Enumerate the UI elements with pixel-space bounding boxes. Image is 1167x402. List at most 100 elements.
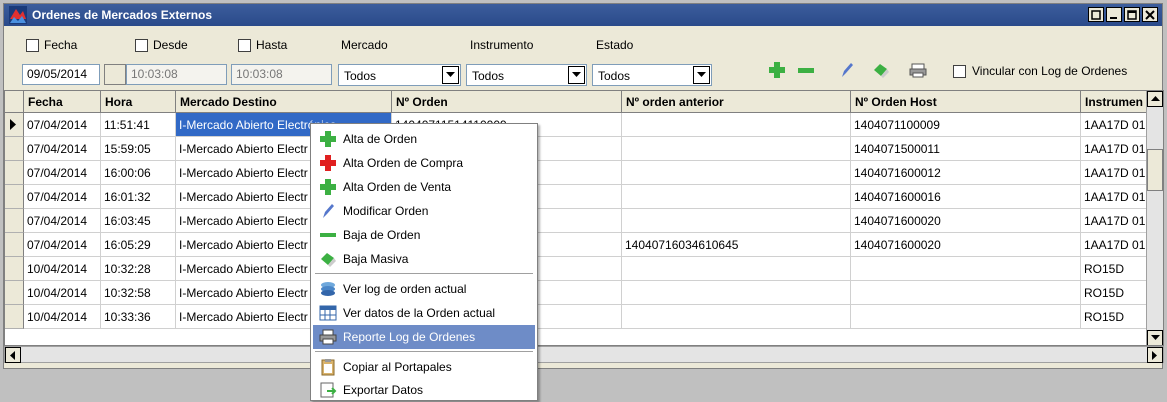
table-cell[interactable]: 10:33:36: [101, 305, 176, 329]
table-cell[interactable]: 14040716034610645: [622, 233, 851, 257]
desde-checkbox-group[interactable]: Desde: [135, 38, 188, 52]
table-cell[interactable]: 16:03:45: [101, 209, 176, 233]
table-cell[interactable]: 1AA17D 01: [1081, 233, 1149, 257]
table-cell[interactable]: RO15D: [1081, 257, 1149, 281]
fecha-field[interactable]: 09/05/2014: [22, 64, 100, 85]
pencil-icon[interactable]: [837, 60, 857, 80]
mercado-select[interactable]: Todos: [338, 64, 461, 86]
scroll-down-button[interactable]: [1147, 330, 1163, 345]
vertical-scroll-thumb[interactable]: [1147, 149, 1163, 191]
menu-item-baja-masiva[interactable]: Baja Masiva: [313, 247, 535, 271]
scroll-up-button[interactable]: [1147, 91, 1163, 107]
table-cell[interactable]: [851, 257, 1081, 281]
table-cell[interactable]: 16:00:06: [101, 161, 176, 185]
menu-item-alta-orden[interactable]: Alta de Orden: [313, 127, 535, 151]
table-cell[interactable]: [851, 305, 1081, 329]
table-cell[interactable]: 1404071600020: [851, 233, 1081, 257]
table-cell[interactable]: [622, 113, 851, 137]
table-cell[interactable]: 1404071600012: [851, 161, 1081, 185]
fecha-checkbox-group[interactable]: Fecha: [26, 38, 77, 52]
table-cell[interactable]: 10/04/2014: [24, 257, 101, 281]
table-cell[interactable]: RO15D: [1081, 305, 1149, 329]
table-cell[interactable]: [622, 209, 851, 233]
chevron-down-icon[interactable]: [693, 66, 710, 84]
table-cell[interactable]: 10/04/2014: [24, 281, 101, 305]
row-selector[interactable]: [5, 137, 24, 161]
chevron-down-icon[interactable]: [568, 66, 585, 84]
hasta-checkbox[interactable]: [238, 38, 251, 52]
col-header-nro-orden[interactable]: Nº Orden: [392, 91, 622, 113]
menu-item-copiar[interactable]: Copiar al Portapales: [313, 355, 535, 379]
estado-select[interactable]: Todos: [592, 64, 712, 86]
table-cell[interactable]: RO15D: [1081, 281, 1149, 305]
table-cell[interactable]: 07/04/2014: [24, 161, 101, 185]
col-header-hora[interactable]: Hora: [101, 91, 176, 113]
table-cell[interactable]: 07/04/2014: [24, 137, 101, 161]
desde-checkbox[interactable]: [135, 38, 148, 52]
row-selector[interactable]: [5, 257, 24, 281]
table-cell[interactable]: [851, 281, 1081, 305]
col-header-fecha[interactable]: Fecha: [24, 91, 101, 113]
row-selector[interactable]: [5, 161, 24, 185]
table-cell[interactable]: [622, 305, 851, 329]
fecha-checkbox[interactable]: [26, 38, 39, 52]
table-cell[interactable]: [622, 257, 851, 281]
table-cell[interactable]: 07/04/2014: [24, 185, 101, 209]
table-cell[interactable]: 1404071600016: [851, 185, 1081, 209]
table-cell[interactable]: 16:05:29: [101, 233, 176, 257]
printer-icon[interactable]: [908, 60, 928, 80]
table-cell[interactable]: [622, 137, 851, 161]
minimize-button[interactable]: [1106, 7, 1122, 22]
horizontal-scrollbar[interactable]: [4, 346, 1164, 363]
table-cell[interactable]: 1404071500011: [851, 137, 1081, 161]
menu-item-ver-datos[interactable]: Ver datos de la Orden actual: [313, 301, 535, 325]
hasta-field[interactable]: 10:03:08: [231, 64, 332, 85]
menu-item-alta-compra[interactable]: Alta Orden de Compra: [313, 151, 535, 175]
close-button[interactable]: [1142, 7, 1158, 22]
date-picker-button[interactable]: [104, 64, 126, 85]
table-cell[interactable]: 10/04/2014: [24, 305, 101, 329]
table-cell[interactable]: 07/04/2014: [24, 209, 101, 233]
eraser-icon[interactable]: [871, 60, 891, 80]
col-header-nro-orden-anterior[interactable]: Nº orden anterior: [622, 91, 851, 113]
row-selector[interactable]: [5, 281, 24, 305]
table-cell[interactable]: 1404071600020: [851, 209, 1081, 233]
vincular-checkbox[interactable]: [953, 64, 966, 78]
table-cell[interactable]: 1AA17D 01: [1081, 209, 1149, 233]
restore-button[interactable]: [1088, 7, 1104, 22]
menu-item-alta-venta[interactable]: Alta Orden de Venta: [313, 175, 535, 199]
row-selector[interactable]: [5, 185, 24, 209]
instrumento-select[interactable]: Todos: [466, 64, 587, 86]
menu-item-modificar[interactable]: Modificar Orden: [313, 199, 535, 223]
vertical-scrollbar[interactable]: [1146, 91, 1163, 345]
table-cell[interactable]: 1404071100009: [851, 113, 1081, 137]
table-cell[interactable]: 07/04/2014: [24, 233, 101, 257]
table-cell[interactable]: [622, 281, 851, 305]
hasta-checkbox-group[interactable]: Hasta: [238, 38, 287, 52]
minus-icon[interactable]: [796, 60, 816, 80]
table-cell[interactable]: 15:59:05: [101, 137, 176, 161]
desde-field[interactable]: 10:03:08: [126, 64, 227, 85]
col-header-mercado-destino[interactable]: Mercado Destino: [176, 91, 392, 113]
table-cell[interactable]: [622, 185, 851, 209]
table-cell[interactable]: 1AA17D 01: [1081, 137, 1149, 161]
table-cell[interactable]: [622, 161, 851, 185]
table-cell[interactable]: 07/04/2014: [24, 113, 101, 137]
table-cell[interactable]: 10:32:28: [101, 257, 176, 281]
chevron-down-icon[interactable]: [442, 66, 459, 84]
scroll-right-button[interactable]: [1147, 347, 1163, 363]
table-cell[interactable]: 10:32:58: [101, 281, 176, 305]
row-selector[interactable]: [5, 209, 24, 233]
menu-item-ver-log[interactable]: Ver log de orden actual: [313, 277, 535, 301]
table-cell[interactable]: 1AA17D 01: [1081, 161, 1149, 185]
row-selector[interactable]: [5, 113, 24, 137]
menu-item-exportar[interactable]: Exportar Datos: [313, 378, 535, 402]
vincular-checkbox-group[interactable]: Vincular con Log de Ordenes: [953, 64, 1127, 78]
col-header-nro-orden-host[interactable]: Nº Orden Host: [851, 91, 1081, 113]
table-cell[interactable]: 11:51:41: [101, 113, 176, 137]
maximize-button[interactable]: [1124, 7, 1140, 22]
menu-item-reporte-log[interactable]: Reporte Log de Ordenes: [313, 325, 535, 349]
menu-item-baja[interactable]: Baja de Orden: [313, 223, 535, 247]
table-cell[interactable]: 1AA17D 01: [1081, 113, 1149, 137]
row-selector[interactable]: [5, 305, 24, 329]
